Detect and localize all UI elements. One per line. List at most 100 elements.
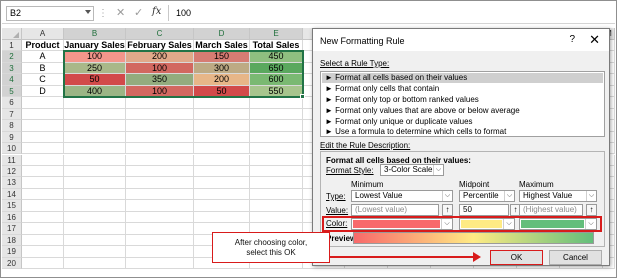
- empty-cell[interactable]: [250, 97, 303, 109]
- enter-icon[interactable]: ✓: [134, 6, 143, 19]
- row-header-2[interactable]: 2: [2, 51, 22, 63]
- data-cell[interactable]: 350: [126, 74, 194, 86]
- range-select-icon[interactable]: ↑: [442, 204, 453, 216]
- empty-cell[interactable]: [64, 120, 126, 132]
- empty-cell[interactable]: [194, 120, 250, 132]
- empty-cell[interactable]: [126, 131, 194, 144]
- empty-cell[interactable]: [64, 97, 126, 109]
- empty-cell[interactable]: [126, 246, 194, 258]
- row-header-8[interactable]: 8: [2, 120, 22, 132]
- empty-cell[interactable]: [22, 234, 64, 247]
- data-cell[interactable]: 50: [64, 74, 126, 86]
- header-cell[interactable]: Product: [22, 40, 64, 52]
- value-mid-input[interactable]: 50: [459, 204, 509, 216]
- data-cell[interactable]: 100: [64, 51, 126, 63]
- close-icon[interactable]: ✕: [589, 32, 600, 48]
- data-cell[interactable]: 450: [250, 51, 303, 63]
- cancel-button[interactable]: Cancel: [549, 250, 602, 265]
- empty-cell[interactable]: [194, 154, 250, 166]
- data-cell[interactable]: 550: [250, 85, 303, 98]
- data-cell[interactable]: 400: [64, 85, 126, 98]
- data-cell[interactable]: 50: [194, 85, 250, 98]
- data-cell[interactable]: 600: [250, 74, 303, 86]
- empty-cell[interactable]: [126, 211, 194, 224]
- empty-cell[interactable]: [64, 143, 126, 155]
- value-min-input[interactable]: (Lowest value): [351, 204, 439, 216]
- type-max-select[interactable]: Highest Value ⌵: [519, 190, 597, 202]
- empty-cell[interactable]: [250, 165, 303, 178]
- empty-cell[interactable]: [250, 211, 303, 224]
- empty-cell[interactable]: [22, 131, 64, 144]
- data-cell[interactable]: 100: [126, 62, 194, 75]
- ok-button[interactable]: OK: [490, 250, 543, 265]
- empty-cell[interactable]: [250, 131, 303, 144]
- empty-cell[interactable]: [22, 165, 64, 178]
- type-min-select[interactable]: Lowest Value ⌵: [351, 190, 453, 202]
- empty-cell[interactable]: [194, 97, 250, 109]
- rule-type-item[interactable]: ► Format only cells that contain: [322, 84, 603, 94]
- empty-cell[interactable]: [64, 154, 126, 166]
- row-header-19[interactable]: 19: [2, 246, 22, 258]
- empty-cell[interactable]: [64, 188, 126, 201]
- data-cell[interactable]: 100: [126, 85, 194, 98]
- empty-cell[interactable]: [126, 143, 194, 155]
- data-cell[interactable]: B: [22, 62, 64, 75]
- row-header-14[interactable]: 14: [2, 188, 22, 201]
- empty-cell[interactable]: [22, 97, 64, 109]
- data-cell[interactable]: A: [22, 51, 64, 63]
- name-box[interactable]: B2: [6, 6, 94, 21]
- empty-cell[interactable]: [64, 177, 126, 189]
- empty-cell[interactable]: [250, 120, 303, 132]
- value-max-input[interactable]: (Highest value): [519, 204, 583, 216]
- empty-cell[interactable]: [250, 143, 303, 155]
- empty-cell[interactable]: [194, 165, 250, 178]
- color-mid-picker[interactable]: ⌵: [459, 218, 515, 230]
- column-header-e[interactable]: E: [250, 28, 303, 40]
- data-cell[interactable]: 650: [250, 62, 303, 75]
- column-header-d[interactable]: D: [194, 28, 250, 40]
- help-icon[interactable]: ?: [569, 34, 575, 45]
- formula-input[interactable]: 100: [176, 8, 191, 18]
- empty-cell[interactable]: [126, 154, 194, 166]
- empty-cell[interactable]: [22, 177, 64, 189]
- insert-function-icon[interactable]: fx: [152, 6, 161, 17]
- format-style-select[interactable]: 3-Color Scale ⌵: [380, 164, 444, 176]
- empty-cell[interactable]: [194, 108, 250, 121]
- color-min-picker[interactable]: ⌵: [351, 218, 453, 230]
- empty-cell[interactable]: [126, 223, 194, 235]
- row-header-18[interactable]: 18: [2, 234, 22, 247]
- chevron-down-icon[interactable]: [85, 10, 91, 14]
- select-all-button[interactable]: [2, 28, 22, 40]
- empty-cell[interactable]: [250, 154, 303, 166]
- empty-cell[interactable]: [64, 223, 126, 235]
- data-cell[interactable]: 150: [194, 51, 250, 63]
- empty-cell[interactable]: [194, 211, 250, 224]
- row-header-15[interactable]: 15: [2, 200, 22, 212]
- empty-cell[interactable]: [126, 234, 194, 247]
- empty-cell[interactable]: [126, 120, 194, 132]
- empty-cell[interactable]: [250, 188, 303, 201]
- row-header-12[interactable]: 12: [2, 165, 22, 178]
- empty-cell[interactable]: [64, 131, 126, 144]
- header-cell[interactable]: February Sales: [126, 40, 194, 52]
- empty-cell[interactable]: [22, 188, 64, 201]
- empty-cell[interactable]: [64, 200, 126, 212]
- empty-cell[interactable]: [194, 143, 250, 155]
- row-header-7[interactable]: 7: [2, 108, 22, 121]
- empty-cell[interactable]: [126, 188, 194, 201]
- data-cell[interactable]: 200: [194, 74, 250, 86]
- row-header-4[interactable]: 4: [2, 74, 22, 86]
- empty-cell[interactable]: [22, 108, 64, 121]
- row-header-9[interactable]: 9: [2, 131, 22, 144]
- rule-type-item[interactable]: ► Format all cells based on their values: [322, 73, 603, 83]
- empty-cell[interactable]: [250, 108, 303, 121]
- empty-cell[interactable]: [126, 108, 194, 121]
- empty-cell[interactable]: [64, 211, 126, 224]
- rule-type-item[interactable]: ► Use a formula to determine which cells…: [322, 127, 603, 137]
- empty-cell[interactable]: [22, 257, 64, 269]
- empty-cell[interactable]: [194, 131, 250, 144]
- header-cell[interactable]: March Sales: [194, 40, 250, 52]
- empty-cell[interactable]: [64, 234, 126, 247]
- cancel-icon[interactable]: ✕: [116, 6, 125, 19]
- empty-cell[interactable]: [194, 188, 250, 201]
